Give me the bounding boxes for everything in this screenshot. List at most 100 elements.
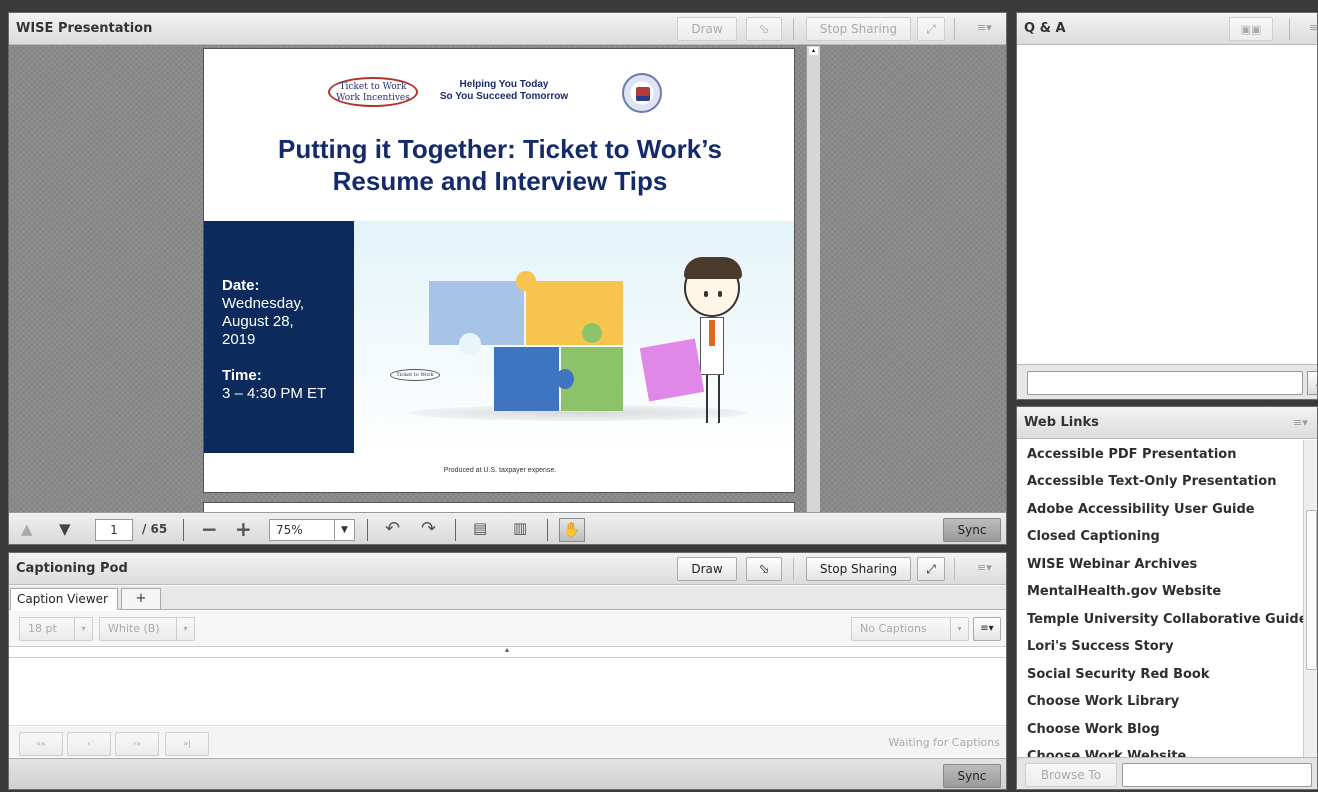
- pointer-tool-button[interactable]: ⬂: [746, 557, 782, 581]
- web-link-item[interactable]: Accessible PDF Presentation: [1027, 447, 1236, 462]
- person-head: [684, 257, 742, 317]
- browse-to-button[interactable]: Browse To: [1025, 763, 1117, 787]
- hand-tool-icon[interactable]: ✋: [559, 518, 585, 542]
- person-body: [700, 317, 724, 375]
- next-caption-button[interactable]: ›»: [115, 732, 159, 756]
- prev-caption-button[interactable]: ‹: [67, 732, 111, 756]
- fullscreen-button[interactable]: ⤢: [917, 557, 945, 581]
- toolbar-separator: [455, 519, 456, 541]
- qa-view-icon: ▣▣: [1240, 23, 1262, 36]
- slide-scrollbar[interactable]: ▴: [806, 46, 820, 512]
- logo-text: Ticket to Work: [339, 82, 407, 92]
- puzzle-knob: [582, 323, 602, 343]
- pink-puzzle-piece-icon: [639, 338, 705, 402]
- pointer-icon: ⬂: [758, 22, 770, 37]
- slide-band: Date: Wednesday, August 28, 2019 Time: 3…: [204, 221, 794, 453]
- expand-icon: ⤢: [926, 22, 936, 36]
- ticket-to-work-logo: Ticket to Work Work Incentives: [328, 77, 418, 107]
- collapse-arrow-icon[interactable]: ▴: [505, 645, 509, 654]
- chevron-down-icon: ▾: [74, 618, 92, 640]
- no-captions-select[interactable]: No Captions ▾: [851, 617, 969, 641]
- first-caption-button[interactable]: ««: [19, 732, 63, 756]
- draw-button[interactable]: Draw: [677, 557, 737, 581]
- zoom-select[interactable]: 75% ▼: [269, 519, 355, 541]
- web-link-item[interactable]: Temple University Collaborative Guide: [1027, 612, 1303, 627]
- weblinks-scrollbar[interactable]: [1303, 440, 1317, 757]
- color-select[interactable]: White (B) ▾: [99, 617, 195, 641]
- pod-title: Q & A: [1024, 21, 1066, 36]
- fit-page-icon[interactable]: ▥: [513, 519, 527, 537]
- web-link-item[interactable]: WISE Webinar Archives: [1027, 557, 1197, 572]
- header-separator: [954, 18, 955, 40]
- header-separator: [793, 18, 794, 40]
- pointer-icon: ⬂: [758, 562, 770, 577]
- font-size-select[interactable]: 18 pt ▾: [19, 617, 93, 641]
- scroll-up-icon[interactable]: ▴: [809, 47, 818, 55]
- sync-button[interactable]: Sync: [943, 518, 1001, 542]
- header-separator: [793, 558, 794, 580]
- page-total: / 65: [142, 522, 168, 536]
- stop-sharing-button[interactable]: Stop Sharing: [806, 17, 911, 41]
- web-link-item[interactable]: Choose Work Website: [1027, 749, 1186, 757]
- heading-line: Resume and Interview Tips: [332, 166, 668, 196]
- web-link-item[interactable]: Choose Work Library: [1027, 694, 1179, 709]
- web-link-item[interactable]: Lori's Success Story: [1027, 639, 1174, 654]
- zoom-out-icon[interactable]: −: [201, 517, 218, 541]
- web-link-item[interactable]: Accessible Text-Only Presentation: [1027, 474, 1276, 489]
- web-link-item[interactable]: MentalHealth.gov Website: [1027, 584, 1221, 599]
- slide: Ticket to Work Work Incentives Helping Y…: [203, 48, 795, 493]
- caption-nav: «« ‹ ›» »| Waiting for Captions: [9, 727, 1006, 757]
- presentation-pod: WISE Presentation Draw ⬂ Stop Sharing ⤢ …: [8, 12, 1007, 545]
- last-caption-button[interactable]: »|: [165, 732, 209, 756]
- qa-question-input[interactable]: [1027, 371, 1303, 395]
- caption-options-menu-icon[interactable]: ≡▾: [973, 617, 1001, 641]
- toolbar-separator: [367, 519, 368, 541]
- pod-menu-icon[interactable]: ≡▾: [977, 561, 992, 574]
- time-value: 3 – 4:30 PM ET: [222, 385, 327, 402]
- tagline-line: Helping You Today: [459, 79, 549, 90]
- pod-menu-icon[interactable]: ≡▾: [977, 21, 992, 34]
- pod-title: WISE Presentation: [16, 21, 153, 36]
- qa-view-toggle[interactable]: ▣▣: [1229, 17, 1273, 41]
- fullscreen-button[interactable]: ⤢: [917, 17, 945, 41]
- header-separator: [1289, 18, 1290, 40]
- scroll-thumb[interactable]: [1306, 510, 1317, 670]
- puzzle-knob: [516, 271, 536, 291]
- draw-button[interactable]: Draw: [677, 17, 737, 41]
- next-page-arrow-icon[interactable]: ▼: [59, 520, 71, 538]
- qa-send-button[interactable]: ⌕: [1307, 371, 1317, 395]
- pointer-tool-button[interactable]: ⬂: [746, 17, 782, 41]
- prev-page-arrow-icon[interactable]: ▲: [21, 520, 33, 538]
- qa-content: [1017, 46, 1317, 364]
- fit-width-icon[interactable]: ▤: [473, 519, 487, 537]
- captioning-pod: Captioning Pod Draw ⬂ Stop Sharing ⤢ ≡▾ …: [8, 552, 1007, 790]
- date-line: Wednesday,: [222, 295, 304, 312]
- no-captions-value: No Captions: [860, 622, 927, 635]
- web-link-item[interactable]: Social Security Red Book: [1027, 667, 1210, 682]
- qa-header: Q & A ▣▣ ≡: [1017, 13, 1317, 45]
- stop-sharing-button[interactable]: Stop Sharing: [806, 557, 911, 581]
- next-icon: ›»: [132, 739, 142, 748]
- pod-menu-icon[interactable]: ≡: [1309, 21, 1317, 34]
- tab-caption-viewer[interactable]: Caption Viewer: [10, 588, 118, 610]
- presentation-toolbar: ▲ ▼ 1 / 65 − + 75% ▼ ↶ ↷ ▤ ▥ ✋ Sync: [9, 512, 1006, 544]
- rewind-icon: ««: [36, 739, 46, 748]
- date-time-panel: Date: Wednesday, August 28, 2019 Time: 3…: [204, 221, 354, 453]
- zoom-in-icon[interactable]: +: [235, 517, 252, 541]
- presentation-header: WISE Presentation Draw ⬂ Stop Sharing ⤢ …: [9, 13, 1006, 45]
- pod-title: Web Links: [1024, 415, 1099, 430]
- pod-menu-icon[interactable]: ≡▾: [1293, 416, 1308, 429]
- redo-icon[interactable]: ↷: [421, 518, 436, 539]
- puzzle-knob: [556, 369, 574, 389]
- browse-url-input[interactable]: [1122, 763, 1312, 787]
- web-link-item[interactable]: Adobe Accessibility User Guide: [1027, 502, 1255, 517]
- chevron-down-icon[interactable]: ▼: [334, 520, 354, 540]
- undo-icon[interactable]: ↶: [385, 518, 400, 539]
- web-link-item[interactable]: Choose Work Blog: [1027, 722, 1160, 737]
- sync-button[interactable]: Sync: [943, 764, 1001, 788]
- page-number-input[interactable]: 1: [95, 519, 133, 541]
- web-link-item[interactable]: Closed Captioning: [1027, 529, 1160, 544]
- add-tab-button[interactable]: +: [121, 588, 161, 609]
- time-label: Time:: [222, 367, 262, 384]
- puzzle-knob: [459, 333, 481, 355]
